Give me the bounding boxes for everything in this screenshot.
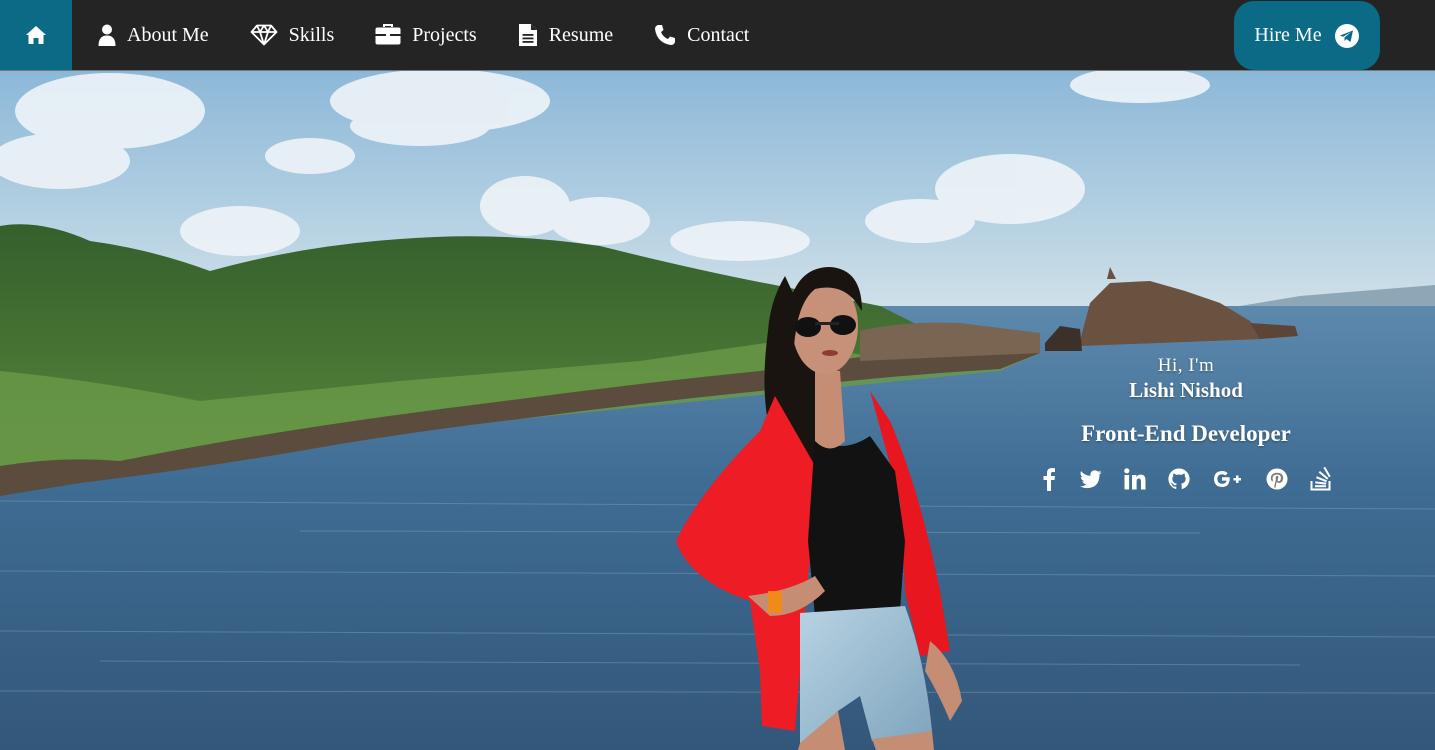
intro-block: Hi, I'm Lishi Nishod Front-End Developer [1040, 355, 1332, 491]
nav-resume[interactable]: Resume [518, 23, 613, 47]
nav-projects[interactable]: Projects [375, 23, 477, 47]
home-icon [26, 26, 46, 44]
linkedin-icon[interactable] [1124, 467, 1146, 491]
job-title: Front-End Developer [1081, 421, 1291, 446]
nav-skills[interactable]: Skills [250, 23, 335, 47]
hero-section: Hi, I'm Lishi Nishod Front-End Developer [0, 71, 1435, 750]
nav-about-me[interactable]: About Me [98, 24, 209, 47]
twitter-icon[interactable] [1080, 467, 1102, 491]
hire-me-button[interactable]: Hire Me [1234, 1, 1380, 70]
stack-overflow-icon[interactable] [1310, 467, 1332, 491]
nav-menu: About Me Skills Projects Resume Contact [98, 0, 790, 70]
nav-contact-label: Contact [687, 23, 750, 46]
home-button[interactable] [0, 0, 72, 70]
nav-resume-label: Resume [548, 23, 614, 46]
nav-skills-label: Skills [288, 23, 335, 46]
document-icon [518, 23, 538, 47]
pinterest-icon[interactable] [1266, 467, 1288, 491]
top-navbar: About Me Skills Projects Resume Contact [0, 0, 1435, 71]
greeting-text: Hi, I'm [1157, 355, 1215, 376]
social-links [1040, 467, 1332, 491]
telegram-icon [1334, 23, 1360, 49]
facebook-icon[interactable] [1040, 467, 1058, 491]
nav-contact[interactable]: Contact [654, 24, 749, 47]
nav-about-me-label: About Me [127, 23, 209, 46]
briefcase-icon [375, 24, 401, 46]
user-icon [98, 24, 116, 46]
person-name: Lishi Nishod [1129, 378, 1243, 402]
phone-icon [654, 24, 676, 46]
hire-me-label: Hire Me [1254, 24, 1322, 46]
nav-projects-label: Projects [412, 23, 477, 46]
github-icon[interactable] [1168, 467, 1190, 491]
google-plus-icon[interactable] [1212, 467, 1244, 491]
diamond-icon [250, 24, 278, 46]
